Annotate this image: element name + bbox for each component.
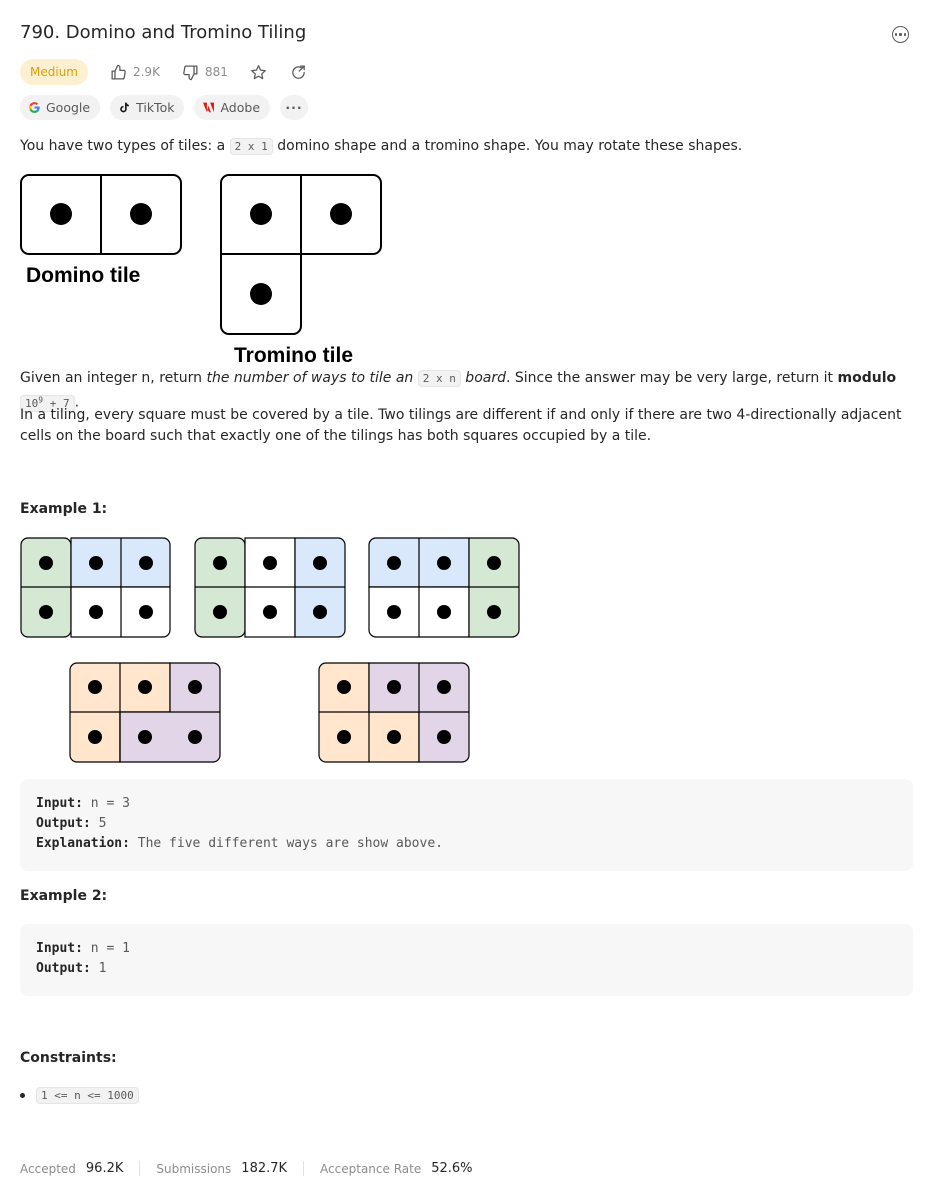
company-tag-label: Adobe [220, 100, 261, 115]
tiling-1 [20, 537, 171, 638]
constraints-heading: Constraints: [20, 1050, 117, 1066]
cell-dot [387, 730, 401, 744]
cell-dot [88, 730, 102, 744]
cell-dot [188, 680, 202, 694]
cell-dot [188, 730, 202, 744]
cell-dot [313, 605, 327, 619]
tiling-4 [69, 662, 221, 763]
example-1-tilings-figure [20, 537, 520, 763]
dislike-button[interactable]: 881 [182, 64, 228, 81]
share-icon [292, 64, 306, 79]
google-logo-icon [29, 102, 40, 113]
constraint-item: 1 <= n <= 1000 [20, 1087, 139, 1104]
inline-code: 2 x n [417, 370, 461, 387]
cell-dot [263, 556, 277, 570]
company-tag-label: TikTok [136, 100, 175, 115]
cell-dot [39, 605, 53, 619]
example-1-box: Input: n = 3 Output: 5 Explanation: The … [20, 779, 913, 871]
tiling-3 [368, 537, 520, 638]
company-tag-adobe[interactable]: Adobe [194, 95, 271, 120]
like-button[interactable]: 2.9K [110, 64, 160, 81]
bullet-icon [20, 1093, 25, 1098]
accepted-value: 96.2K [85, 1161, 124, 1176]
submissions-label: Submissions [156, 1161, 232, 1176]
star-icon [251, 64, 267, 79]
cell-dot [39, 556, 53, 570]
thumbs-down-icon [183, 64, 198, 80]
submissions-value: 182.7K [241, 1161, 288, 1176]
tile-dot [50, 203, 72, 225]
cell-dot [213, 556, 227, 570]
company-tag-tiktok[interactable]: TikTok [110, 95, 185, 120]
example-output-value: 1 [98, 961, 107, 976]
tromino-label: Tromino tile [234, 344, 353, 367]
cell-dot [138, 730, 152, 744]
example-1-heading: Example 1: [20, 501, 108, 517]
cell-dot [89, 605, 103, 619]
more-companies-button[interactable]: ··· [280, 95, 309, 120]
tiling-2 [194, 537, 346, 638]
description-paragraph-1: You have two types of tiles: a 2 x 1 dom… [20, 138, 743, 155]
cell-dot [138, 680, 152, 694]
example-output-value: 5 [98, 816, 107, 831]
favorite-button[interactable] [250, 63, 268, 81]
dislike-count: 881 [204, 65, 228, 79]
more-options-icon[interactable] [892, 26, 909, 43]
share-button[interactable] [290, 63, 308, 81]
cell-dot [487, 605, 501, 619]
cell-dot [387, 680, 401, 694]
acceptance-rate-value: 52.6% [431, 1161, 473, 1176]
acceptance-rate-label: Acceptance Rate [320, 1161, 422, 1176]
tile-dot [250, 203, 272, 225]
example-input-value: n = 1 [90, 941, 130, 956]
cell-dot [263, 605, 277, 619]
company-tag-label: Google [46, 100, 91, 115]
cell-dot [213, 605, 227, 619]
cell-dot [89, 556, 103, 570]
cell-dot [88, 680, 102, 694]
tiles-figure: Domino tile Tromino tile [20, 174, 382, 367]
divider [139, 1161, 141, 1176]
domino-tile [20, 174, 182, 255]
tile-dot [130, 203, 152, 225]
cell-dot [437, 556, 451, 570]
cell-dot [139, 556, 153, 570]
tile-dot [250, 283, 272, 305]
divider [303, 1161, 305, 1176]
problem-title: 790. Domino and Tromino Tiling [20, 22, 307, 43]
example-input-value: n = 3 [90, 796, 130, 811]
cell-dot [387, 605, 401, 619]
description-paragraph-3: In a tiling, every square must be covere… [20, 407, 902, 444]
accepted-label: Accepted [20, 1161, 76, 1176]
cell-dot [437, 605, 451, 619]
constraint-code: 1 <= n <= 1000 [36, 1087, 139, 1104]
problem-meta-row: Medium 2.9K 881 [20, 59, 308, 85]
tiktok-logo-icon [120, 102, 129, 113]
company-tag-google[interactable]: Google [20, 95, 101, 120]
cell-dot [387, 556, 401, 570]
cell-dot [139, 605, 153, 619]
example-2-box: Input: n = 1 Output: 1 [20, 924, 913, 996]
stats-bar: Accepted 96.2K Submissions 182.7K Accept… [20, 1161, 473, 1176]
difficulty-badge: Medium [20, 59, 88, 85]
tile-dot [330, 203, 352, 225]
domino-label: Domino tile [26, 264, 140, 287]
thumbs-up-icon [111, 64, 126, 80]
adobe-logo-icon [203, 102, 215, 113]
example-2-heading: Example 2: [20, 888, 108, 904]
inline-code: 2 x 1 [229, 138, 273, 155]
cell-dot [437, 680, 451, 694]
cell-dot [437, 730, 451, 744]
like-count: 2.9K [132, 65, 160, 79]
example-explanation-value: The five different ways are show above. [137, 836, 443, 851]
tiling-5 [318, 662, 470, 763]
cell-dot [337, 680, 351, 694]
cell-dot [337, 730, 351, 744]
cell-dot [313, 556, 327, 570]
cell-dot [487, 556, 501, 570]
company-tags: Google TikTok Adobe ··· [20, 95, 318, 120]
tromino-tile [220, 174, 382, 335]
